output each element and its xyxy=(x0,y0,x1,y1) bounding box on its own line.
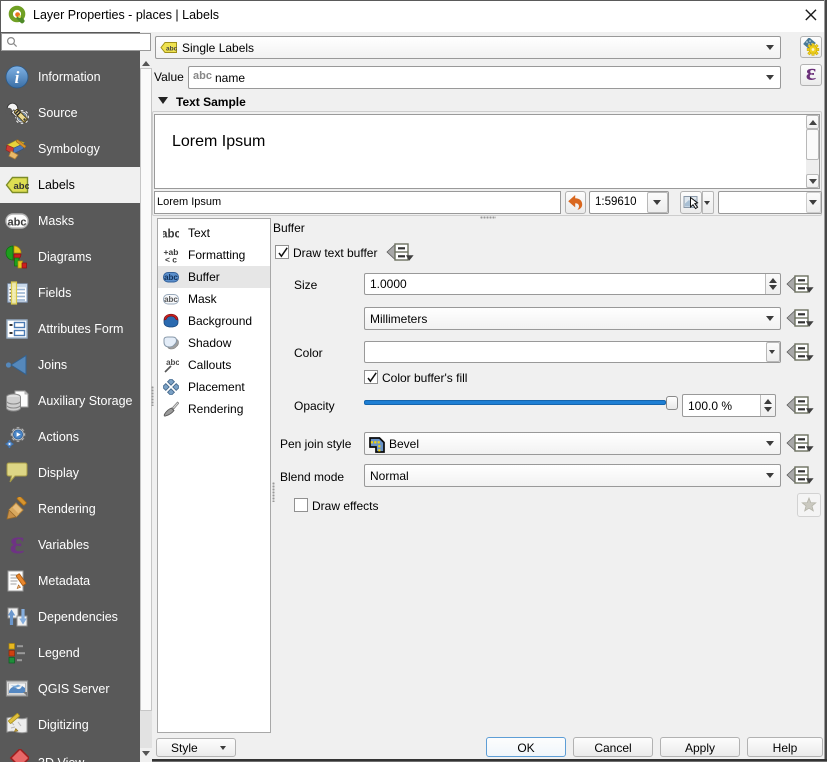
svg-text:abc: abc xyxy=(8,217,27,229)
svg-text:abc: abc xyxy=(166,358,179,367)
svg-text:abc: abc xyxy=(163,229,179,241)
svg-text:ε: ε xyxy=(806,60,816,86)
svg-text:abc: abc xyxy=(14,181,30,192)
svg-text:ε: ε xyxy=(10,533,25,557)
svg-text:abc: abc xyxy=(164,295,178,304)
svg-text:< c: < c xyxy=(165,255,177,264)
svg-text:abc: abc xyxy=(166,46,178,53)
svg-text:i: i xyxy=(15,68,20,87)
svg-text:abc: abc xyxy=(164,273,178,282)
